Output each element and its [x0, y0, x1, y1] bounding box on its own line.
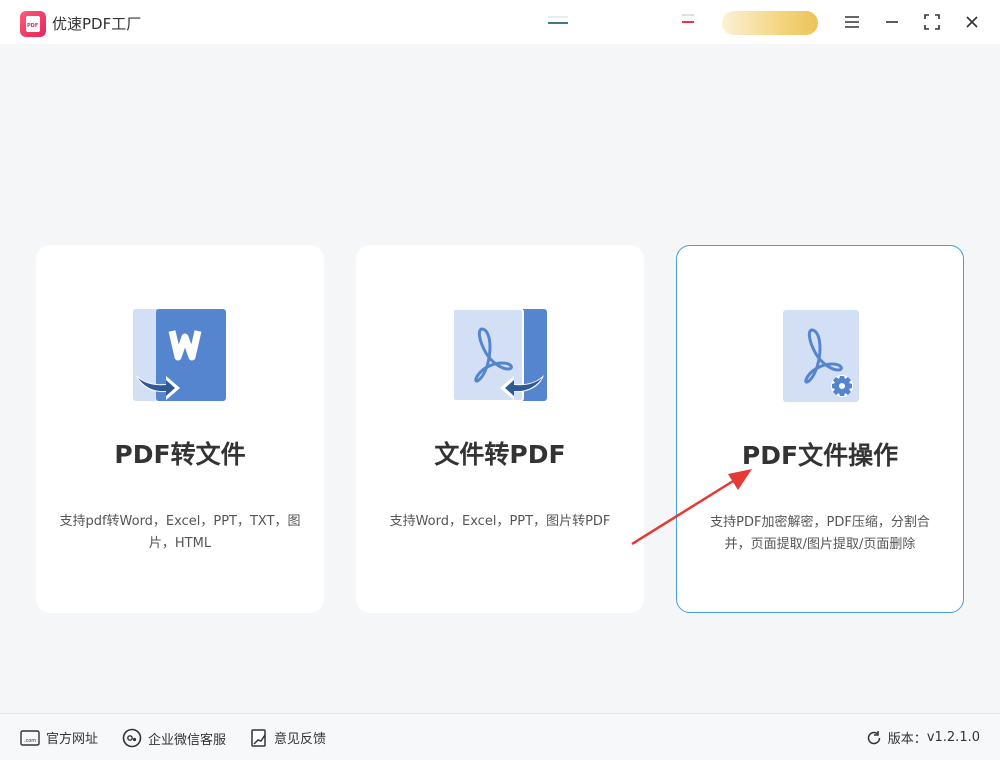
skin-icon[interactable] — [548, 16, 568, 32]
maximize-icon[interactable] — [920, 10, 944, 34]
website-label: 官方网址 — [46, 732, 99, 747]
version-number: v1.2.1.0 — [926, 730, 980, 745]
website-icon: .com — [20, 729, 40, 746]
card-title: 文件转PDF — [434, 440, 566, 469]
wechat-service-link[interactable]: 企业微信客服 — [122, 728, 226, 748]
wechat-service-label: 企业微信客服 — [148, 732, 227, 748]
card-description: 支持pdf转Word，Excel，PPT，TXT，图片，HTML — [59, 514, 301, 551]
app-logo: PDF — [20, 11, 46, 37]
website-link[interactable]: .com 官方网址 — [20, 728, 98, 747]
feedback-link[interactable]: 意见反馈 — [250, 728, 326, 747]
app-title: 优速PDF工厂 — [52, 15, 142, 33]
logo-text: PDF — [27, 23, 39, 29]
pdf-convert-icon — [452, 307, 548, 403]
vip-button[interactable] — [722, 11, 818, 35]
card-file-to-pdf[interactable]: 文件转PDF 支持Word，Excel，PPT，图片转PDF — [356, 245, 644, 613]
card-pdf-operations[interactable]: PDF文件操作 支持PDF加密解密，PDF压缩，分割合并，页面提取/图片提取/页… — [676, 245, 964, 613]
pdf-settings-icon — [782, 308, 878, 404]
feedback-icon — [251, 728, 266, 747]
refresh-icon[interactable] — [866, 730, 882, 746]
message-icon[interactable] — [682, 14, 694, 32]
card-description: 支持Word，Excel，PPT，图片转PDF — [389, 514, 611, 529]
minimize-icon[interactable] — [880, 10, 904, 34]
word-file-icon — [132, 307, 228, 403]
card-pdf-to-file[interactable]: PDF转文件 支持pdf转Word，Excel，PPT，TXT，图片，HTML — [36, 245, 324, 613]
version-info: 版本： v1.2.1.0 — [866, 728, 980, 747]
card-title: PDF文件操作 — [741, 441, 899, 470]
feedback-label: 意见反馈 — [274, 732, 327, 747]
version-label: 版本： — [887, 732, 927, 747]
menu-icon[interactable] — [840, 10, 864, 34]
chat-icon — [122, 728, 142, 748]
card-description: 支持PDF加密解密，PDF压缩，分割合并，页面提取/图片提取/页面删除 — [710, 515, 930, 552]
svg-text:.com: .com — [24, 738, 36, 744]
close-icon[interactable] — [960, 10, 984, 34]
card-title: PDF转文件 — [114, 440, 246, 469]
title-bar: PDF 优速PDF工厂 — [0, 0, 1000, 44]
footer: .com 官方网址 企业微信客服 意见反馈 版本： v1.2.1.0 — [0, 713, 1000, 760]
